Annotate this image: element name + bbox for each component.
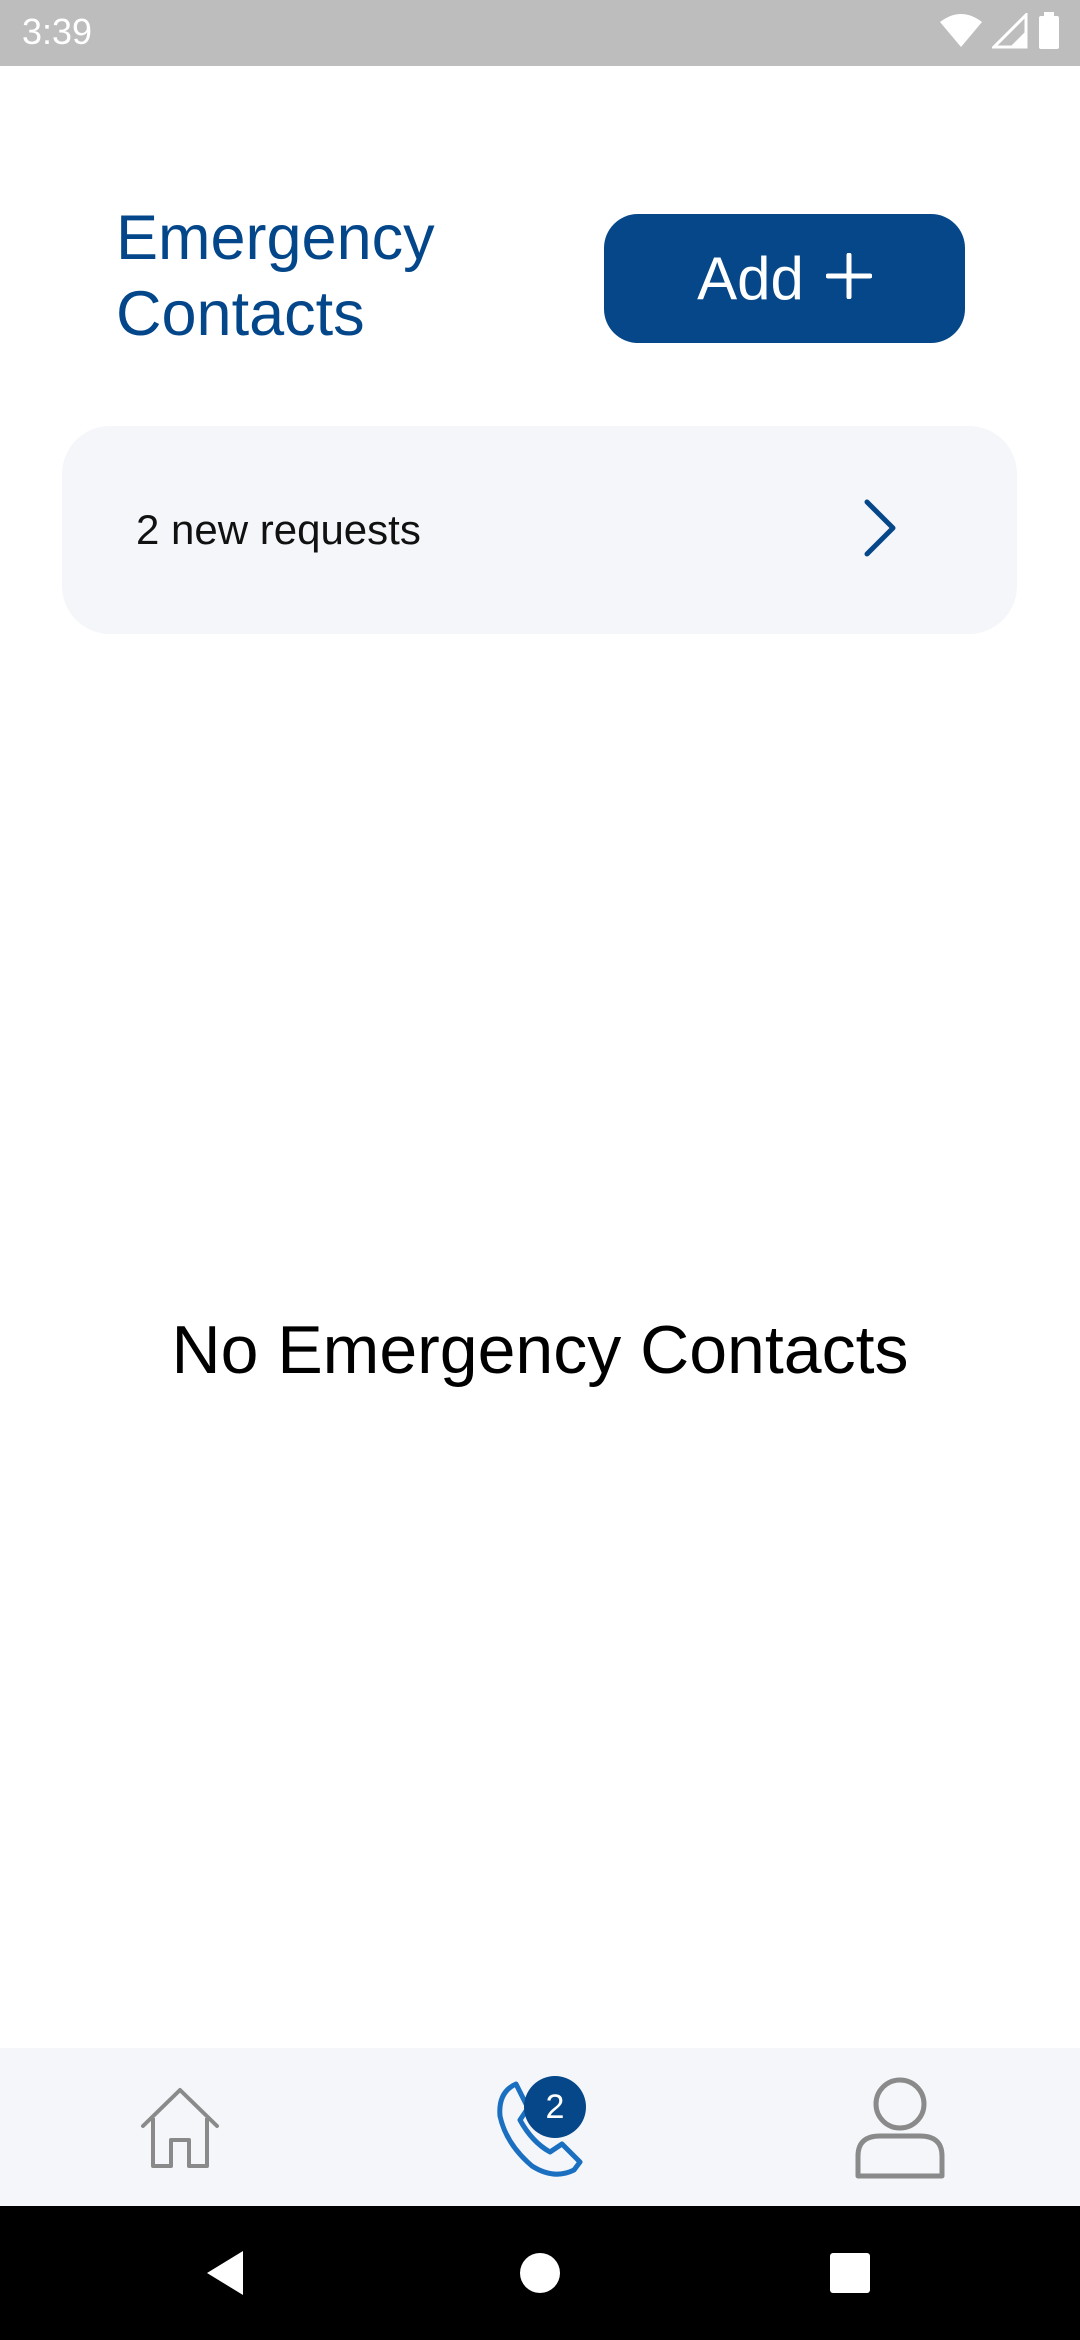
plus-icon (825, 252, 873, 304)
status-bar: 3:39 (0, 0, 1080, 66)
add-contact-button[interactable]: Add (604, 214, 965, 343)
system-recents-button[interactable] (790, 2206, 910, 2340)
wifi-icon (940, 13, 982, 53)
add-button-label: Add (697, 244, 804, 312)
status-time: 3:39 (22, 11, 93, 52)
empty-state-message: No Emergency Contacts (171, 1312, 909, 1388)
new-requests-card[interactable]: 2 new requests (62, 426, 1017, 634)
status-icons (940, 10, 1060, 55)
new-requests-label: 2 new requests (136, 506, 421, 553)
signal-icon (990, 10, 1028, 54)
battery-icon (1038, 11, 1060, 55)
chevron-right-icon (859, 498, 899, 558)
page-title: Emergency Contacts (116, 203, 435, 349)
nav-emergency-contacts[interactable]: 2 (440, 2048, 640, 2206)
system-home-button[interactable] (480, 2206, 600, 2340)
nav-home[interactable] (80, 2048, 280, 2206)
system-nav-bar (0, 2206, 1080, 2340)
bottom-nav: 2 (0, 2048, 1080, 2206)
notification-badge: 2 (524, 2076, 586, 2138)
nav-profile[interactable] (800, 2048, 1000, 2206)
system-back-button[interactable] (165, 2206, 285, 2340)
